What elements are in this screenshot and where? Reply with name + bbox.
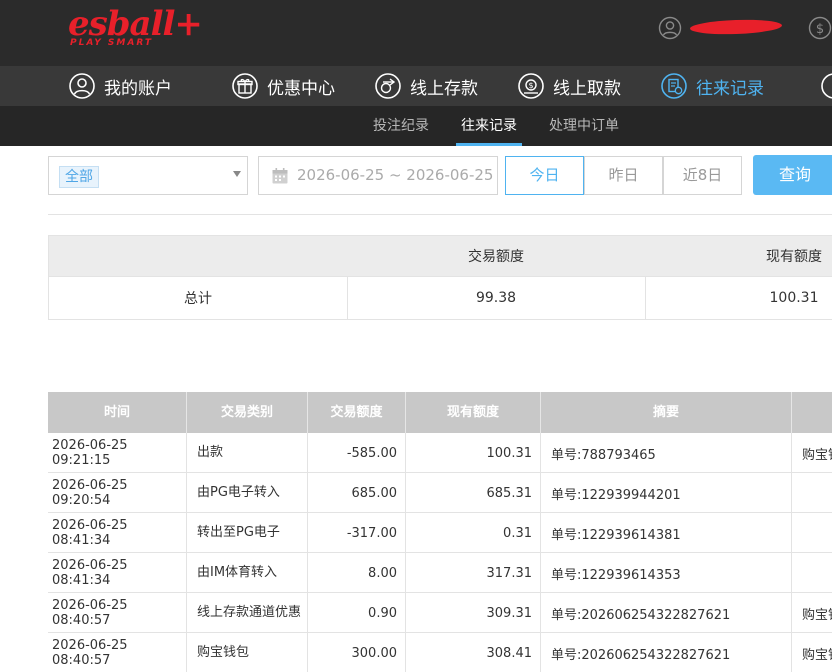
cell-balance: 100.31 bbox=[406, 433, 541, 473]
cell-balance: 308.41 bbox=[406, 633, 541, 672]
header-type: 交易类别 bbox=[187, 392, 308, 433]
cell-type: 出款 bbox=[187, 433, 308, 473]
cell-memo: 单号:122939614381 bbox=[541, 513, 792, 553]
range-today-button[interactable]: 今日 bbox=[505, 156, 584, 195]
subnav-pending-orders[interactable]: 处理中订单 bbox=[549, 106, 619, 146]
sub-nav: 投注纪录 往来记录 处理中订单 bbox=[0, 106, 832, 146]
nav-deposit[interactable]: 线上存款 bbox=[374, 66, 478, 106]
top-header: esball+ PLAY SMART $ bbox=[0, 0, 832, 66]
cell-memo: 单号:202606254322827621 bbox=[541, 593, 792, 633]
records-icon bbox=[661, 73, 687, 99]
date-range-input[interactable]: 2026-06-25 ~ 2026-06-25 bbox=[258, 156, 498, 195]
range-yesterday-button[interactable]: 昨日 bbox=[584, 156, 663, 195]
header-time: 时间 bbox=[48, 392, 187, 433]
cell-time: 2026-06-25 09:20:54 bbox=[48, 473, 187, 513]
cell-balance: 685.31 bbox=[406, 473, 541, 513]
cell-amount: 685.00 bbox=[308, 473, 406, 513]
selected-type-tag: 全部 bbox=[59, 166, 99, 188]
cell-time: 2026-06-25 09:21:15 bbox=[48, 433, 187, 473]
nav-withdraw[interactable]: $ 线上取款 bbox=[517, 66, 621, 106]
table-row: 2026-06-25 08:40:57 线上存款通道优惠 0.90 309.31… bbox=[48, 593, 832, 633]
user-circle-icon[interactable] bbox=[658, 16, 682, 40]
cell-extra: 购宝钱 bbox=[802, 447, 832, 463]
main-nav: 我的账户 优惠中心 线上存款 $ 线上取款 往来记录 bbox=[0, 66, 832, 106]
summary-balance: 100.31 bbox=[769, 290, 819, 306]
cell-amount: 300.00 bbox=[308, 633, 406, 672]
range-last-8-days-button[interactable]: 近8日 bbox=[663, 156, 742, 195]
table-row: 2026-06-25 08:41:34 由IM体育转入 8.00 317.31 … bbox=[48, 553, 832, 593]
header-amount: 交易额度 bbox=[308, 392, 406, 433]
svg-text:$: $ bbox=[528, 81, 533, 90]
withdraw-icon: $ bbox=[518, 73, 544, 99]
more-nav-icon[interactable] bbox=[820, 72, 832, 100]
dollar-circle-icon[interactable]: $ bbox=[808, 16, 832, 40]
calendar-icon bbox=[272, 168, 288, 184]
filter-divider bbox=[48, 214, 832, 215]
table-row: 2026-06-25 08:41:34 转出至PG电子 -317.00 0.31… bbox=[48, 513, 832, 553]
summary-header-blank bbox=[49, 236, 347, 276]
svg-text:$: $ bbox=[816, 22, 824, 37]
summary-header: 交易额度 现有额度 bbox=[48, 235, 832, 277]
cell-memo: 单号:122939614353 bbox=[541, 553, 792, 593]
chevron-down-icon bbox=[233, 171, 241, 177]
header-memo: 摘要 bbox=[541, 392, 792, 433]
cell-time: 2026-06-25 08:41:34 bbox=[48, 513, 187, 553]
nav-label: 我的账户 bbox=[104, 78, 172, 99]
cell-time: 2026-06-25 08:40:57 bbox=[48, 633, 187, 672]
username-redaction bbox=[689, 18, 783, 36]
cell-amount: 8.00 bbox=[308, 553, 406, 593]
nav-label: 线上取款 bbox=[553, 78, 621, 99]
cell-type: 购宝钱包 bbox=[187, 633, 308, 672]
user-circle-icon bbox=[69, 73, 95, 99]
cell-extra bbox=[792, 553, 832, 593]
nav-label: 往来记录 bbox=[696, 78, 764, 99]
date-range-text: 2026-06-25 ~ 2026-06-25 bbox=[297, 166, 494, 184]
query-button[interactable]: 查询 bbox=[753, 155, 832, 195]
subnav-active-indicator bbox=[456, 143, 522, 146]
header-balance: 现有额度 bbox=[406, 392, 541, 433]
summary-row: 总计 99.38 100.31 bbox=[48, 277, 832, 320]
cell-balance: 317.31 bbox=[406, 553, 541, 593]
table-row: 2026-06-25 09:20:54 由PG电子转入 685.00 685.3… bbox=[48, 473, 832, 513]
cell-type: 由IM体育转入 bbox=[187, 553, 308, 593]
deposit-icon bbox=[375, 73, 401, 99]
cell-extra bbox=[792, 473, 832, 513]
cell-memo: 单号:202606254322827621 bbox=[541, 633, 792, 672]
cell-extra bbox=[792, 513, 832, 553]
cell-extra: 购宝钱 bbox=[802, 647, 832, 663]
brand-logo[interactable]: esball+ PLAY SMART bbox=[68, 4, 203, 50]
table-row: 2026-06-25 09:21:15 出款 -585.00 100.31 单号… bbox=[48, 433, 832, 473]
nav-label: 优惠中心 bbox=[267, 78, 335, 99]
cell-balance: 0.31 bbox=[406, 513, 541, 553]
cell-extra: 购宝钱 bbox=[802, 607, 832, 623]
nav-records[interactable]: 往来记录 bbox=[660, 66, 764, 106]
cell-balance: 309.31 bbox=[406, 593, 541, 633]
nav-label: 线上存款 bbox=[410, 78, 478, 99]
gift-icon bbox=[232, 73, 258, 99]
cell-amount: 0.90 bbox=[308, 593, 406, 633]
cell-time: 2026-06-25 08:40:57 bbox=[48, 593, 187, 633]
cell-memo: 单号:788793465 bbox=[541, 433, 792, 473]
type-select[interactable]: 全部 bbox=[48, 156, 248, 195]
summary-header-trade: 交易额度 bbox=[468, 249, 524, 265]
cell-amount: -585.00 bbox=[308, 433, 406, 473]
summary-trade-amount: 99.38 bbox=[475, 290, 517, 306]
logo-tagline: PLAY SMART bbox=[70, 38, 153, 48]
cell-type: 转出至PG电子 bbox=[187, 513, 308, 553]
subnav-transaction-records[interactable]: 往来记录 bbox=[461, 106, 517, 146]
cell-type: 线上存款通道优惠 bbox=[187, 593, 308, 633]
header-extra bbox=[792, 392, 832, 433]
subnav-bet-records[interactable]: 投注纪录 bbox=[373, 106, 429, 146]
cell-amount: -317.00 bbox=[308, 513, 406, 553]
nav-my-account[interactable]: 我的账户 bbox=[68, 66, 172, 106]
cell-time: 2026-06-25 08:41:34 bbox=[48, 553, 187, 593]
cell-type: 由PG电子转入 bbox=[187, 473, 308, 513]
nav-promotions[interactable]: 优惠中心 bbox=[231, 66, 335, 106]
records-header: 时间 交易类别 交易额度 现有额度 摘要 bbox=[48, 392, 832, 433]
table-row: 2026-06-25 08:40:57 购宝钱包 300.00 308.41 单… bbox=[48, 633, 832, 672]
summary-total-label: 总计 bbox=[184, 291, 212, 307]
summary-header-balance: 现有额度 bbox=[766, 249, 822, 265]
cell-memo: 单号:122939944201 bbox=[541, 473, 792, 513]
